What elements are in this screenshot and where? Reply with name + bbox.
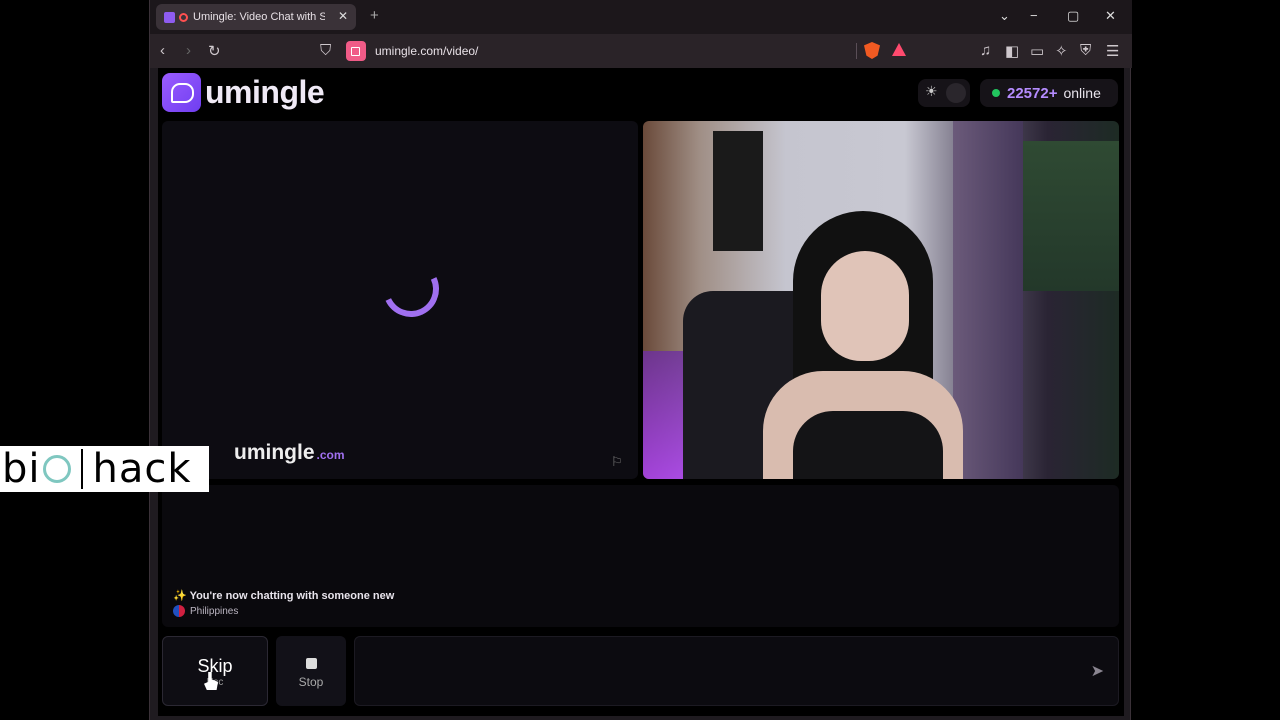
brave-rewards-icon[interactable] <box>892 43 906 56</box>
system-message: ✨ You're now chatting with someone new <box>173 590 395 602</box>
stranger-video: umingle .com ⚐ <box>162 121 638 479</box>
bookmark-icon[interactable]: ⛉ <box>320 42 331 59</box>
flag-icon <box>173 605 185 617</box>
recording-icon <box>179 12 188 22</box>
message-input[interactable] <box>365 661 1065 681</box>
country-info: Philippines <box>173 605 238 617</box>
page-content: umingle ☀ 22572+ online umingle .com ⚐ ✨… <box>158 68 1124 716</box>
online-label: online <box>1063 85 1101 101</box>
leo-icon[interactable]: ✧ <box>1055 42 1068 60</box>
reload-icon[interactable]: ↻ <box>208 42 221 60</box>
tab-active[interactable]: Umingle: Video Chat with Str ✕ <box>156 4 356 30</box>
sidebar-icon[interactable]: ◧ <box>1005 42 1019 60</box>
theme-toggle[interactable]: ☀ <box>918 79 970 107</box>
chat-bubble-icon <box>162 73 201 112</box>
vpn-icon[interactable]: ⛨ <box>1080 42 1091 59</box>
menu-icon[interactable]: ☰ <box>1106 42 1119 60</box>
wallet-icon[interactable]: ▭ <box>1030 42 1044 60</box>
online-counter: 22572+ online <box>980 79 1118 107</box>
music-icon[interactable]: ♫ <box>980 42 991 59</box>
url-text: umingle.com/video/ <box>375 44 479 58</box>
separator <box>856 43 857 59</box>
video-permission-icon[interactable] <box>346 41 366 61</box>
back-icon[interactable]: ‹ <box>160 42 165 59</box>
tab-title: Umingle: Video Chat with Str <box>193 11 325 23</box>
sun-icon: ☀ <box>925 83 938 99</box>
address-bar[interactable]: umingle.com/video/ <box>346 39 916 63</box>
self-video <box>643 121 1119 479</box>
video-scene <box>713 131 763 251</box>
send-icon[interactable]: ➤ <box>1091 661 1104 681</box>
report-flag-icon[interactable]: ⚐ <box>611 454 623 470</box>
message-box[interactable]: ➤ <box>354 636 1119 706</box>
biohack-overlay: bi hack <box>0 446 209 492</box>
new-tab-button[interactable]: + <box>370 7 379 24</box>
chat-log: ✨ You're now chatting with someone new P… <box>162 485 1119 627</box>
site-favicon <box>164 11 175 23</box>
site-logo[interactable]: umingle <box>162 73 325 112</box>
skip-button[interactable]: Skip Esc <box>162 636 268 706</box>
tab-bar: Umingle: Video Chat with Str ✕ + ⌄ − ▢ ✕ <box>150 0 1132 34</box>
close-window-button[interactable]: ✕ <box>1105 8 1116 24</box>
online-count: 22572+ <box>1007 84 1058 102</box>
maximize-button[interactable]: ▢ <box>1067 8 1079 24</box>
stop-button[interactable]: Stop <box>276 636 346 706</box>
online-dot-icon <box>992 89 1000 97</box>
toggle-knob <box>946 83 966 103</box>
forward-icon[interactable]: › <box>186 42 191 59</box>
brand-name: umingle <box>205 74 325 110</box>
tab-close-icon[interactable]: ✕ <box>338 9 348 23</box>
browser-toolbar: ‹ › ↻ ⛉ umingle.com/video/ ♫ ◧ ▭ ✧ ⛨ ☰ <box>150 34 1132 68</box>
loading-spinner-icon <box>375 253 447 325</box>
stop-icon <box>305 658 317 669</box>
tab-search-dropdown[interactable]: ⌄ <box>999 8 1010 24</box>
video-watermark: umingle .com <box>234 441 345 464</box>
browser-window: Umingle: Video Chat with Str ✕ + ⌄ − ▢ ✕… <box>149 0 1132 720</box>
minimize-button[interactable]: − <box>1030 8 1038 23</box>
